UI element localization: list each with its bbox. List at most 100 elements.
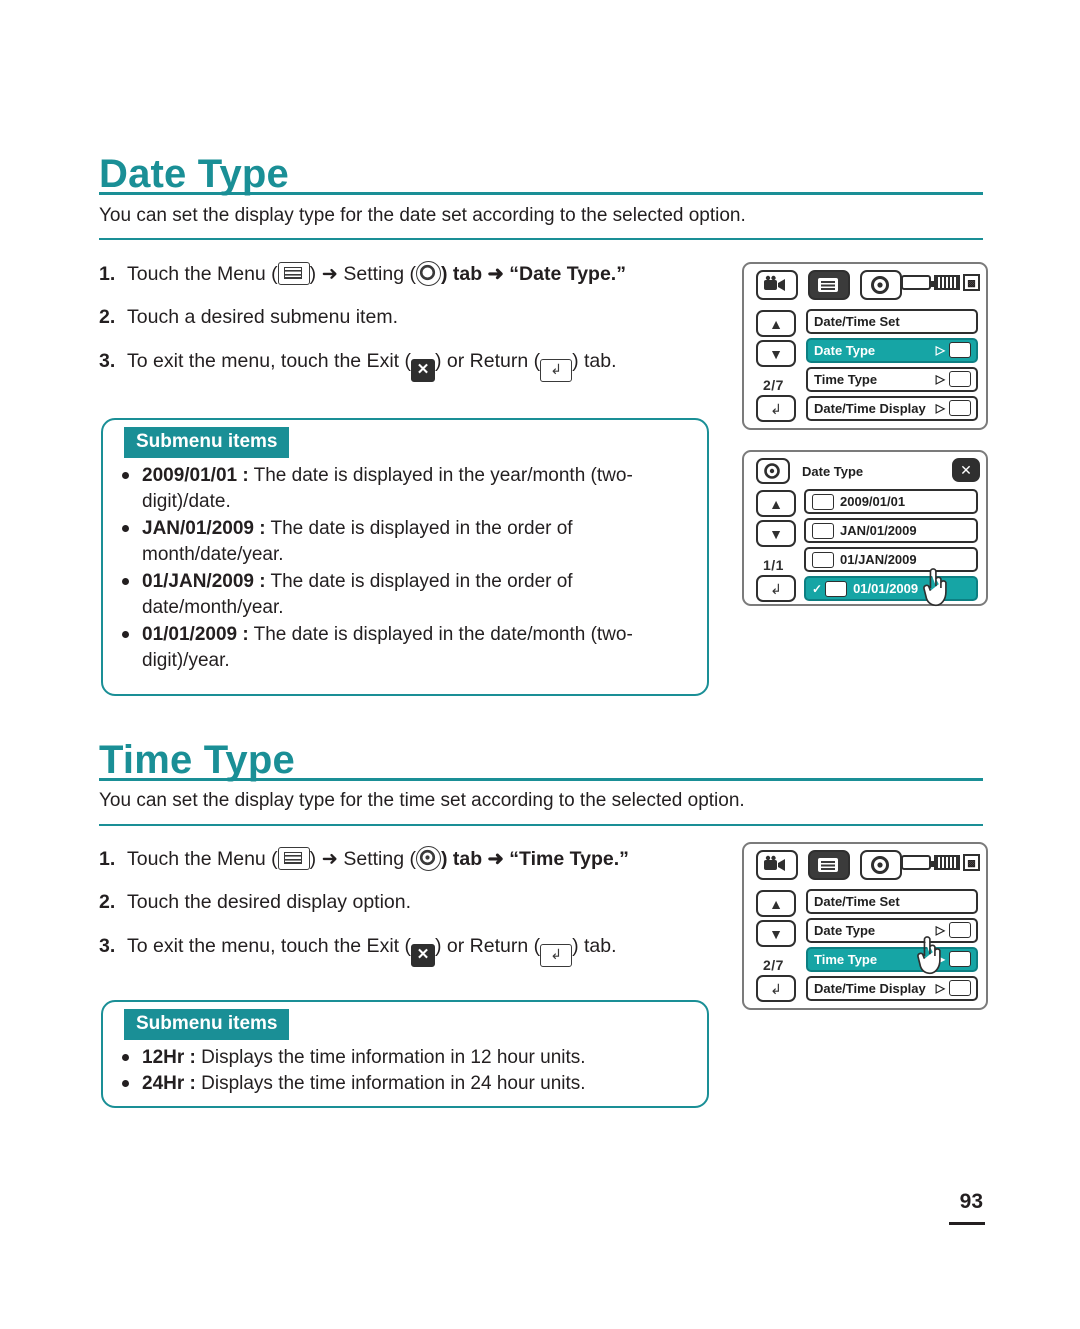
gear-icon [415, 846, 441, 871]
lcd-screen-time-menu: ▩ ▲ ▼ 2/7 ↲ Date/Time Set Date Type ▷ Ti… [742, 842, 988, 1010]
exit-icon: ✕ [410, 944, 435, 967]
menu-row-label: Date/Time Display [814, 981, 926, 996]
menu-row-date-time-display[interactable]: Date/Time Display ▷ [806, 396, 978, 421]
date-format-icon [812, 551, 834, 568]
page-title-time-type: Time Type [99, 738, 295, 782]
option-label: 01/JAN/2009 [840, 552, 917, 567]
check-icon: ✓ [812, 581, 823, 596]
step-text-mid: ) ➜ Setting ( [309, 263, 416, 285]
menu-row-arrow: ▷ [935, 372, 945, 386]
menu-row-date-type[interactable]: Date Type ▷ [806, 338, 978, 363]
step-1-time: 1. Touch the Menu () ➜ Setting ( ) tab ➜ … [99, 846, 629, 871]
page-title-date-type: Date Type [99, 152, 290, 196]
menu-row-date-type[interactable]: Date Type ▷ [806, 918, 978, 943]
menu-row-date-time-display[interactable]: Date/Time Display ▷ [806, 976, 978, 1001]
scroll-down-button[interactable]: ▼ [756, 340, 796, 367]
menu-icon [277, 262, 310, 285]
sd-card-icon: ▩ [963, 854, 980, 871]
page-number: 93 [959, 1190, 983, 1213]
tab-record-mode[interactable] [756, 850, 798, 880]
dialog-gear-icon [756, 458, 790, 484]
step-text-pre: Touch the Menu ( [127, 263, 278, 285]
submenu-item: 12Hr : Displays the time information in … [122, 1045, 692, 1071]
intro-text-date-type: You can set the display type for the dat… [99, 205, 746, 226]
tab-record-mode[interactable] [756, 270, 798, 300]
step-number: 3. [99, 935, 116, 957]
tab-menu[interactable] [808, 850, 850, 880]
option-row-2009-01-01[interactable]: 2009/01/01 [804, 489, 978, 514]
exit-icon: ✕ [410, 359, 435, 382]
option-row-jan-01-2009[interactable]: JAN/01/2009 [804, 518, 978, 543]
submenu-item: 2009/01/01 : The date is displayed in th… [122, 463, 692, 515]
date-format-icon [825, 580, 848, 597]
submenu-items-label: Submenu items [124, 427, 290, 458]
step-text-mid: ) or Return ( [434, 350, 541, 372]
intro-rule-1 [99, 238, 983, 240]
tab-setting[interactable] [860, 270, 902, 300]
bullet-dot [122, 525, 129, 532]
menu-row-label: Date Type [814, 343, 876, 358]
submenu-desc: Displays the time information in 24 hour… [195, 1073, 586, 1094]
step-2-time: 2. Touch the desired display option. [99, 891, 411, 914]
intro-text-time-type: You can set the display type for the tim… [99, 790, 745, 811]
sd-card-icon: ▩ [963, 274, 980, 291]
date-format-icon [812, 493, 834, 510]
status-indicators: ▩ [901, 854, 980, 871]
title-rule-2 [99, 778, 983, 781]
return-icon: ↲ [540, 944, 573, 967]
step-number: 1. [99, 848, 116, 870]
step-text-pre: To exit the menu, touch the Exit ( [127, 935, 411, 957]
gear-icon [415, 261, 441, 286]
return-button[interactable]: ↲ [756, 575, 796, 602]
menu-row-date-time-set[interactable]: Date/Time Set [806, 309, 978, 334]
scroll-up-button[interactable]: ▲ [756, 890, 796, 917]
menu-row-time-type[interactable]: Time Type ▷ [806, 367, 978, 392]
submenu-term: 12Hr : [142, 1047, 196, 1068]
return-button[interactable]: ↲ [756, 395, 796, 422]
menu-row-label: Time Type [814, 952, 878, 967]
return-icon: ↲ [540, 359, 573, 382]
submenu-item: 24Hr : Displays the time information in … [122, 1071, 692, 1097]
dialog-title: Date Type [802, 464, 864, 479]
close-icon[interactable]: ✕ [952, 458, 980, 482]
intro-rule-2 [99, 824, 983, 826]
step-number: 2. [99, 306, 116, 328]
page-number-rule [949, 1222, 985, 1225]
step-1-date: 1. Touch the Menu () ➜ Setting ( ) tab ➜ … [99, 261, 626, 286]
step-text: Touch a desired submenu item. [127, 306, 398, 328]
submenu-item: 01/JAN/2009 : The date is displayed in t… [122, 569, 692, 621]
menu-row-right: ▷ [936, 400, 971, 416]
menu-row-label: Date Type [814, 923, 876, 938]
scroll-up-button[interactable]: ▲ [756, 490, 796, 517]
submenu-item: JAN/01/2009 : The date is displayed in t… [122, 516, 692, 568]
submenu-item: 01/01/2009 : The date is displayed in th… [122, 622, 692, 674]
date-format-icon [949, 342, 971, 358]
page-indicator: 2/7 [763, 377, 784, 393]
menu-icon [277, 847, 310, 870]
memory-bar-icon [934, 855, 960, 870]
step-3-date: 3. To exit the menu, touch the Exit (✕) o… [99, 350, 617, 382]
submenu-term: 24Hr : [142, 1073, 196, 1094]
menu-row-date-time-set[interactable]: Date/Time Set [806, 889, 978, 914]
step-text-post: ) tab. [572, 350, 617, 372]
scroll-up-button[interactable]: ▲ [756, 310, 796, 337]
menu-row-time-type[interactable]: Time Type ▶ [806, 947, 978, 972]
scroll-down-button[interactable]: ▼ [756, 920, 796, 947]
return-button[interactable]: ↲ [756, 975, 796, 1002]
step-text-post: ) tab ➜ “Date Type.” [440, 263, 626, 285]
menu-row-right: ▷ [936, 342, 971, 358]
option-label: 2009/01/01 [840, 494, 906, 509]
menu-row-arrow: ▷ [935, 343, 945, 357]
date-format-icon [812, 522, 834, 539]
tab-setting[interactable] [860, 850, 902, 880]
touch-hand-icon [923, 568, 947, 607]
menu-row-label: Time Type [814, 372, 878, 387]
tab-menu[interactable] [808, 270, 850, 300]
menu-row-label: Date/Time Display [814, 401, 926, 416]
scroll-down-button[interactable]: ▼ [756, 520, 796, 547]
step-text: Touch the desired display option. [127, 891, 412, 913]
step-text-post: ) tab ➜ “Time Type.” [440, 848, 629, 870]
lcd-screen-date-menu: ▩ ▲ ▼ 2/7 ↲ Date/Time Set Date Type ▷ Ti… [742, 262, 988, 430]
title-rule-1 [99, 192, 983, 195]
manual-page: Date Type You can set the display type f… [0, 0, 1080, 1329]
